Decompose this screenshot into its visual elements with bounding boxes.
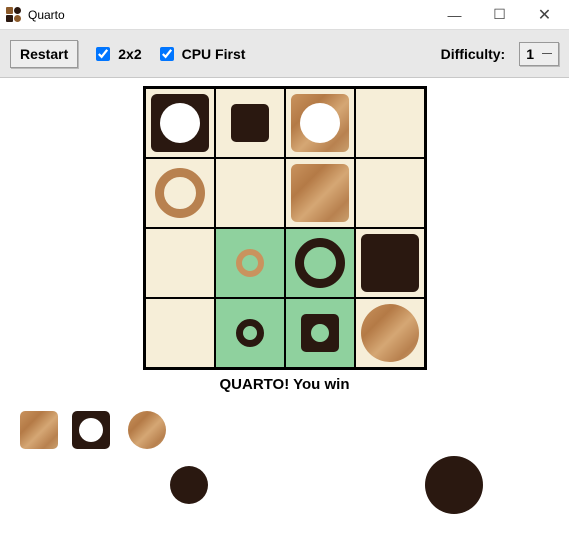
tray-slot[interactable] [425, 456, 483, 514]
piece-wood-circle-small-solid[interactable] [128, 411, 166, 449]
piece-dark-square-large-solid[interactable] [361, 234, 419, 292]
board-cell[interactable] [356, 299, 424, 367]
maximize-button[interactable]: ☐ [477, 0, 522, 29]
piece-wood-circle-small-hollow-ring[interactable] [236, 249, 264, 277]
board-cell[interactable] [356, 159, 424, 227]
option-2x2-label: 2x2 [118, 46, 141, 62]
piece-wood-circle-large-solid[interactable] [361, 304, 419, 362]
tray-slot[interactable] [128, 411, 166, 449]
difficulty-selector[interactable]: 1 — [519, 42, 559, 66]
board-cell[interactable] [286, 159, 354, 227]
option-2x2-checkbox[interactable] [96, 47, 110, 61]
status-text: QUARTO! You win [220, 376, 350, 393]
window-title: Quarto [28, 8, 65, 22]
board-cell[interactable] [216, 159, 284, 227]
app-icon [6, 7, 22, 23]
minimize-button[interactable]: — [432, 0, 477, 29]
board-cell[interactable] [216, 89, 284, 157]
tray-slot[interactable] [20, 411, 58, 449]
board-cell[interactable] [286, 89, 354, 157]
piece-wood-square-large-solid[interactable] [291, 164, 349, 222]
difficulty-value: 1 [526, 46, 534, 62]
piece-dark-circle-small-hollow-ring[interactable] [236, 319, 264, 347]
close-button[interactable]: ✕ [522, 0, 567, 29]
piece-dark-circle-large-hollow-ring[interactable] [295, 238, 345, 288]
option-2x2[interactable]: 2x2 [92, 44, 141, 64]
game-board [143, 86, 427, 370]
option-cpu-first[interactable]: CPU First [156, 44, 246, 64]
option-cpu-first-label: CPU First [182, 46, 246, 62]
dropdown-icon: — [542, 48, 552, 59]
board-cell[interactable] [146, 89, 214, 157]
piece-dark-circle-large-solid[interactable] [425, 456, 483, 514]
piece-wood-square-large-hollow[interactable] [291, 94, 349, 152]
board-cell[interactable] [356, 229, 424, 297]
tray-slot[interactable] [72, 411, 110, 449]
piece-dark-square-large-hollow[interactable] [151, 94, 209, 152]
piece-dark-square-small-hollow-ring[interactable] [301, 314, 339, 352]
board-cell[interactable] [146, 229, 214, 297]
piece-tray [10, 411, 559, 531]
toolbar: Restart 2x2 CPU First Difficulty: 1 — [0, 30, 569, 78]
board-cell[interactable] [216, 299, 284, 367]
board-cell[interactable] [286, 299, 354, 367]
piece-wood-circle-large-hollow-ring[interactable] [155, 168, 205, 218]
piece-dark-square-small-hollow[interactable] [72, 411, 110, 449]
piece-dark-square-small-solid[interactable] [231, 104, 269, 142]
restart-button[interactable]: Restart [10, 40, 78, 68]
piece-dark-circle-small-solid[interactable] [170, 466, 208, 504]
title-bar: Quarto — ☐ ✕ [0, 0, 569, 30]
game-area: QUARTO! You win [0, 78, 569, 541]
board-cell[interactable] [356, 89, 424, 157]
option-cpu-first-checkbox[interactable] [160, 47, 174, 61]
board-cell[interactable] [286, 229, 354, 297]
board-cell[interactable] [216, 229, 284, 297]
tray-slot[interactable] [170, 466, 208, 504]
difficulty-label: Difficulty: [441, 46, 506, 62]
board-cell[interactable] [146, 299, 214, 367]
piece-wood-square-small-solid[interactable] [20, 411, 58, 449]
board-cell[interactable] [146, 159, 214, 227]
